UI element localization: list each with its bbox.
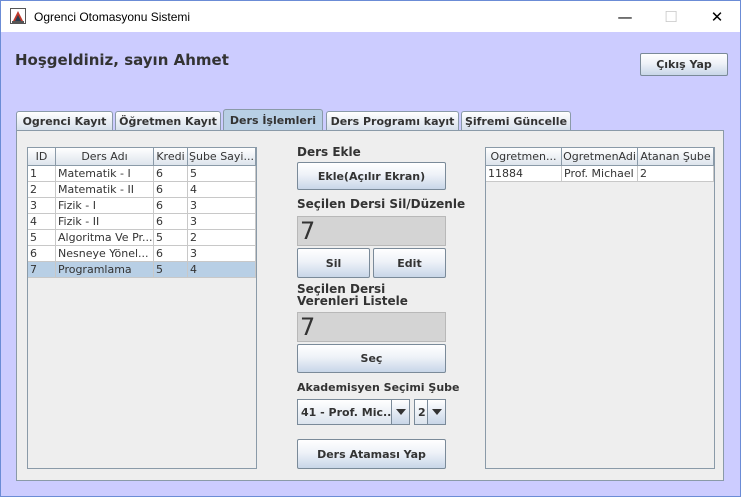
- cell-course-name: Nesneye Yönel...: [56, 246, 154, 262]
- cell-section-count: 3: [188, 214, 256, 230]
- window-title: Ogrenci Otomasyonu Sistemi: [34, 10, 191, 24]
- cell-id: 5: [28, 230, 56, 246]
- cell-credit: 5: [154, 230, 188, 246]
- cell-teacher-name: Prof. Michael: [562, 166, 638, 182]
- cell-id: 4: [28, 214, 56, 230]
- teachers-table-header: Ogretmen... OgretmenAdi Atanan Şube: [486, 148, 714, 166]
- cell-section-count: 4: [188, 262, 256, 278]
- assign-label: Akademisyen Seçimi Şube: [297, 381, 460, 394]
- cell-teacher-id: 11884: [486, 166, 562, 182]
- list-course-id-field[interactable]: 7: [297, 312, 446, 342]
- cell-credit: 6: [154, 182, 188, 198]
- tab-course-operations[interactable]: Ders İşlemleri: [223, 109, 323, 131]
- assign-course-button[interactable]: Ders Ataması Yap: [297, 439, 446, 469]
- tab-teacher-register[interactable]: Öğretmen Kayıt: [115, 111, 221, 130]
- table-row[interactable]: 4 Fizik - II 6 3: [28, 214, 256, 230]
- title-bar[interactable]: Ogrenci Otomasyonu Sistemi — ☐ ✕: [1, 1, 740, 32]
- course-operations-panel: ID Ders Adı Kredi Şube Sayi... 1 Matemat…: [16, 130, 724, 481]
- cell-credit: 6: [154, 246, 188, 262]
- cell-course-name: Matematik - I: [56, 166, 154, 182]
- cell-id: 1: [28, 166, 56, 182]
- table-row[interactable]: 5 Algoritma Ve Pr... 5 2: [28, 230, 256, 246]
- cell-credit: 6: [154, 214, 188, 230]
- minimize-icon: —: [617, 7, 633, 26]
- column-header[interactable]: Kredi: [154, 148, 188, 166]
- cell-assigned-section: 2: [638, 166, 714, 182]
- table-row[interactable]: 11884 Prof. Michael 2: [486, 166, 714, 182]
- java-app-icon: [10, 8, 26, 24]
- cell-credit: 6: [154, 166, 188, 182]
- cell-course-name: Matematik - II: [56, 182, 154, 198]
- table-row[interactable]: 3 Fizik - I 6 3: [28, 198, 256, 214]
- cell-credit: 6: [154, 198, 188, 214]
- tab-student-register[interactable]: Ogrenci Kayıt: [16, 111, 113, 130]
- courses-table-header: ID Ders Adı Kredi Şube Sayi...: [28, 148, 256, 166]
- table-row[interactable]: 1 Matematik - I 6 5: [28, 166, 256, 182]
- close-icon: ✕: [710, 7, 724, 26]
- column-header[interactable]: OgretmenAdi: [562, 148, 638, 166]
- table-row[interactable]: 2 Matematik - II 6 4: [28, 182, 256, 198]
- maximize-icon: ☐: [664, 7, 678, 26]
- tab-update-password[interactable]: Şifremi Güncelle: [461, 111, 571, 130]
- column-header[interactable]: Ogretmen...: [486, 148, 562, 166]
- column-header[interactable]: ID: [28, 148, 56, 166]
- delete-button[interactable]: Sil: [297, 248, 370, 278]
- cell-course-name: Programlama: [56, 262, 154, 278]
- section-combobox-value: 2: [418, 405, 426, 419]
- section-combobox[interactable]: 2: [414, 399, 446, 425]
- welcome-label: Hoşgeldiniz, sayın Ahmet: [15, 51, 229, 69]
- cell-id: 2: [28, 182, 56, 198]
- app-window: Ogrenci Otomasyonu Sistemi — ☐ ✕ Hoşgeld…: [0, 0, 741, 497]
- cell-section-count: 4: [188, 182, 256, 198]
- teachers-table[interactable]: Ogretmen... OgretmenAdi Atanan Şube 1188…: [485, 147, 715, 469]
- select-button[interactable]: Seç: [297, 344, 446, 373]
- edit-button[interactable]: Edit: [373, 248, 446, 278]
- cell-course-name: Algoritma Ve Pr...: [56, 230, 154, 246]
- cell-course-name: Fizik - II: [56, 214, 154, 230]
- teacher-combobox[interactable]: 41 - Prof. Mic...: [297, 399, 410, 425]
- add-course-button[interactable]: Ekle(Açılır Ekran): [297, 162, 446, 190]
- cell-id: 3: [28, 198, 56, 214]
- teacher-combobox-value: 41 - Prof. Mic...: [301, 405, 391, 419]
- cell-id: 7: [28, 262, 56, 278]
- cell-credit: 5: [154, 262, 188, 278]
- column-header[interactable]: Ders Adı: [56, 148, 154, 166]
- cell-section-count: 5: [188, 166, 256, 182]
- edit-course-label: Seçilen Dersi Sil/Düzenle: [297, 197, 466, 211]
- table-row[interactable]: 6 Nesneye Yönel... 6 3: [28, 246, 256, 262]
- add-course-label: Ders Ekle: [297, 145, 361, 159]
- cell-id: 6: [28, 246, 56, 262]
- chevron-down-icon[interactable]: [391, 400, 409, 424]
- column-header[interactable]: Şube Sayi...: [188, 148, 256, 166]
- courses-table[interactable]: ID Ders Adı Kredi Şube Sayi... 1 Matemat…: [27, 147, 257, 469]
- chevron-down-icon[interactable]: [427, 400, 445, 424]
- tab-course-schedule[interactable]: Ders Programı kayıt: [326, 111, 459, 130]
- selected-course-id-field[interactable]: 7: [297, 216, 446, 246]
- cell-section-count: 3: [188, 198, 256, 214]
- cell-course-name: Fizik - I: [56, 198, 154, 214]
- column-header[interactable]: Atanan Şube: [638, 148, 714, 166]
- list-teachers-label-line2: Verenleri Listele: [297, 294, 408, 308]
- cell-section-count: 2: [188, 230, 256, 246]
- close-button[interactable]: ✕: [694, 1, 740, 32]
- cell-section-count: 3: [188, 246, 256, 262]
- table-row-selected[interactable]: 7 Programlama 5 4: [28, 262, 256, 278]
- logout-button[interactable]: Çıkış Yap: [640, 53, 728, 76]
- maximize-button[interactable]: ☐: [648, 1, 694, 32]
- minimize-button[interactable]: —: [602, 1, 648, 32]
